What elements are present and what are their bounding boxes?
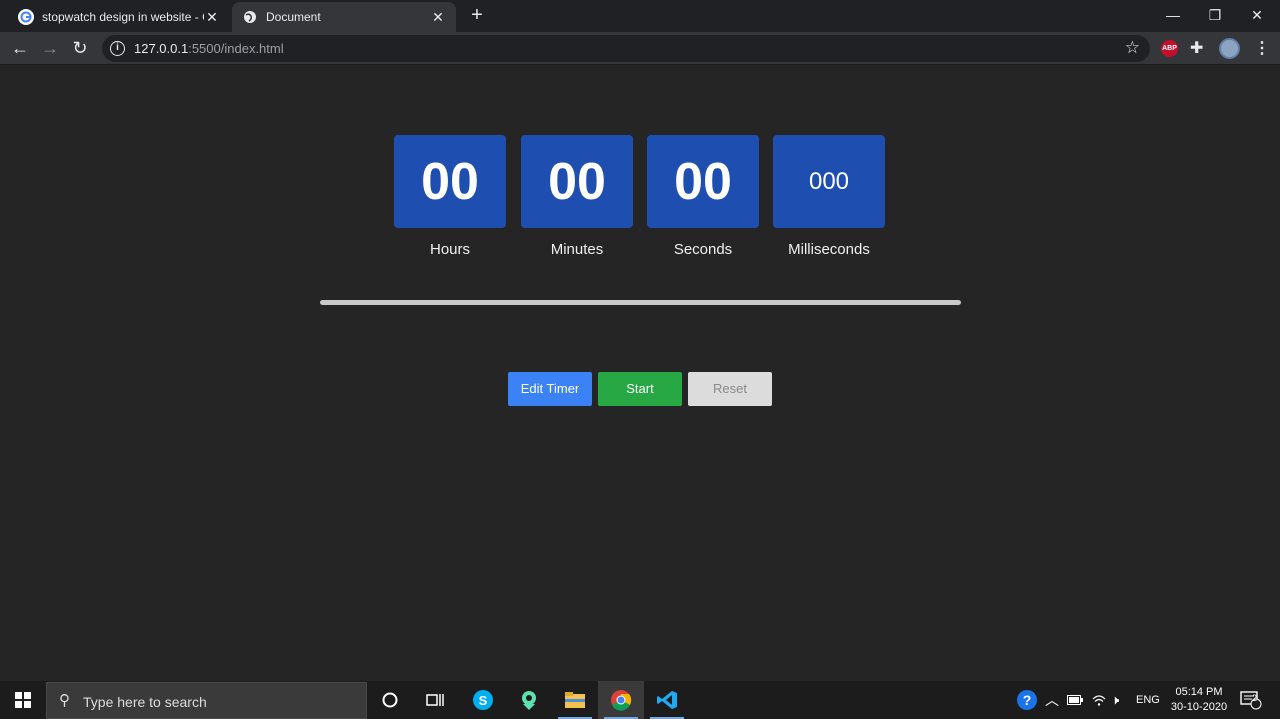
minutes-display: 00 [521,135,633,228]
svg-text:S: S [479,693,488,708]
minutes-unit: 00 Minutes [521,135,633,258]
task-view-icon[interactable] [412,681,458,719]
milliseconds-display: 000 [773,135,885,228]
notification-center-icon[interactable]: 2 [1240,681,1262,719]
adblock-extension-icon[interactable]: ABP [1161,40,1178,57]
clock[interactable]: 05:14 PM 30-10-2020 [1164,685,1234,715]
back-icon[interactable]: ← [10,38,30,58]
search-placeholder: Type here to search [83,694,207,710]
help-icon[interactable]: ? [1016,681,1038,719]
language-indicator[interactable]: ENG [1136,681,1160,719]
seconds-label: Seconds [673,241,733,258]
globe-icon [242,9,258,25]
close-window-button[interactable]: ✕ [1236,0,1278,30]
close-icon[interactable]: ✕ [204,9,220,26]
browser-toolbar: ← → ↻ i 127.0.0.1:5500/index.html ☆ [0,32,1280,65]
battery-icon[interactable] [1067,681,1083,719]
tab-document[interactable]: Document ✕ [232,2,456,32]
new-tab-button[interactable]: + [464,4,490,28]
hours-unit: 00 Hours [394,135,506,258]
hours-display: 00 [394,135,506,228]
progress-bar [320,300,961,305]
reset-button[interactable]: Reset [688,372,772,406]
seconds-unit: 00 Seconds [647,135,759,258]
google-icon [18,9,34,25]
url-host: 127.0.0.1 [134,41,189,56]
page-content: 00 Hours 00 Minutes 00 Seconds 000 Milli… [0,66,1280,681]
bookmark-star-icon[interactable]: ☆ [1125,38,1140,58]
profile-avatar[interactable] [1219,38,1240,59]
maps-icon[interactable] [506,681,552,719]
edit-timer-button[interactable]: Edit Timer [508,372,592,406]
file-explorer-icon[interactable] [552,681,598,719]
restore-button[interactable]: ❐ [1194,0,1236,30]
tab-stopwatch-search[interactable]: stopwatch design in website - Go ✕ [8,2,230,32]
chevron-up-icon[interactable]: ︿ [1045,681,1059,719]
windows-logo-icon [15,692,31,708]
skype-icon[interactable]: S [460,681,506,719]
volume-icon[interactable]: 🕨 [1111,681,1119,719]
milliseconds-label: Milliseconds [788,241,870,258]
menu-kebab-icon[interactable]: ⋮ [1254,38,1270,58]
url-text[interactable]: 127.0.0.1:5500/index.html [134,41,284,56]
info-icon[interactable]: i [110,41,125,56]
svg-text:?: ? [1023,692,1032,708]
reload-icon[interactable]: ↻ [70,38,90,58]
vscode-icon[interactable] [644,681,690,719]
seconds-display: 00 [647,135,759,228]
forward-icon[interactable]: → [40,38,60,58]
search-icon: ⚲ [59,692,70,709]
tab-title: stopwatch design in website - Go [42,10,204,24]
clock-date: 30-10-2020 [1170,701,1228,713]
tab-strip: stopwatch design in website - Go ✕ Docum… [0,0,1280,32]
extensions-puzzle-icon[interactable]: ✚ [1190,38,1203,58]
wifi-icon[interactable] [1092,681,1106,719]
notification-count: 2 [1252,693,1258,703]
cortana-icon[interactable] [367,681,413,719]
hours-label: Hours [429,241,470,258]
chrome-icon[interactable] [598,681,644,719]
close-icon[interactable]: ✕ [430,9,446,26]
windows-start-button[interactable] [0,681,46,719]
clock-time: 05:14 PM [1175,686,1223,698]
tab-title: Document [266,10,321,24]
minimize-button[interactable]: — [1152,0,1194,30]
milliseconds-unit: 000 Milliseconds [773,135,885,258]
start-button[interactable]: Start [598,372,682,406]
taskbar: ⚲ Type here to search S ? ︿ 🕨 ENG 05:14 … [0,681,1280,719]
url-path: :5500/index.html [188,41,284,56]
taskbar-search-box[interactable]: ⚲ Type here to search [46,682,367,719]
minutes-label: Minutes [550,241,604,258]
address-bar[interactable]: i 127.0.0.1:5500/index.html ☆ [102,35,1150,62]
